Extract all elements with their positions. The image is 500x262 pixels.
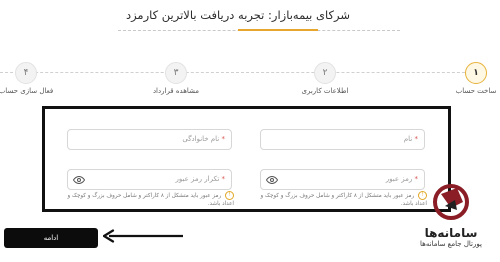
required-mark: * <box>221 135 226 143</box>
password-hint-text: رمز عبور باید متشکل از ۸ کاراکتر و شامل … <box>260 193 427 207</box>
step-number: ۱ <box>465 62 487 84</box>
brand-name: سامانه‌ها <box>424 226 478 240</box>
confirm-password-hint: ! رمز عبور باید متشکل از ۸ کاراکتر و شام… <box>64 191 234 208</box>
confirm-password-placeholder: تکرار رمز عبور <box>175 175 220 183</box>
step-number: ۲ <box>314 62 336 84</box>
title-accent-underline <box>238 29 318 31</box>
required-mark: * <box>414 135 419 143</box>
logo-mark-icon <box>433 184 469 220</box>
step-create-account[interactable]: ۱ ساخت حساب <box>436 62 500 95</box>
confirm-password-input[interactable]: * تکرار رمز عبور <box>67 169 232 190</box>
step-label: مشاهده قرارداد <box>152 87 200 95</box>
step-number: ۴ <box>15 62 37 84</box>
eye-icon[interactable] <box>73 174 85 186</box>
last-name-input[interactable]: * نام خانوادگی <box>67 129 232 150</box>
last-name-placeholder: نام خانوادگی <box>182 135 220 143</box>
step-label: فعال سازی حساب <box>0 87 54 95</box>
step-label: اطلاعات کاربری <box>301 87 349 95</box>
eye-icon[interactable] <box>266 174 278 186</box>
step-user-info[interactable]: ۲ اطلاعات کاربری <box>285 62 365 95</box>
page-title: شرکای بیمه‌بازار: تجربه دریافت بالاترین … <box>125 8 350 22</box>
left-arrow-icon <box>103 229 183 243</box>
first-name-input[interactable]: * نام <box>260 129 425 150</box>
brand-tagline: پورتال جامع سامانه‌ها <box>420 240 482 248</box>
password-placeholder: رمز عبور <box>385 175 413 183</box>
step-view-contract[interactable]: ۳ مشاهده قرارداد <box>136 62 216 95</box>
required-mark: * <box>414 175 419 183</box>
brand-logo: سامانه‌ها پورتال جامع سامانه‌ها <box>404 184 498 260</box>
step-number: ۳ <box>165 62 187 84</box>
continue-button[interactable]: ادامه <box>4 228 98 248</box>
confirm-hint-text: رمز عبور باید متشکل از ۸ کاراکتر و شامل … <box>67 193 234 207</box>
password-hint: ! رمز عبور باید متشکل از ۸ کاراکتر و شام… <box>257 191 427 208</box>
required-mark: * <box>221 175 226 183</box>
step-label: ساخت حساب <box>455 87 497 95</box>
info-icon: ! <box>225 191 234 200</box>
stepper-track <box>0 72 475 74</box>
password-input[interactable]: * رمز عبور <box>260 169 425 190</box>
first-name-placeholder: نام <box>403 135 413 143</box>
step-activate-account[interactable]: ۴ فعال سازی حساب <box>0 62 66 95</box>
